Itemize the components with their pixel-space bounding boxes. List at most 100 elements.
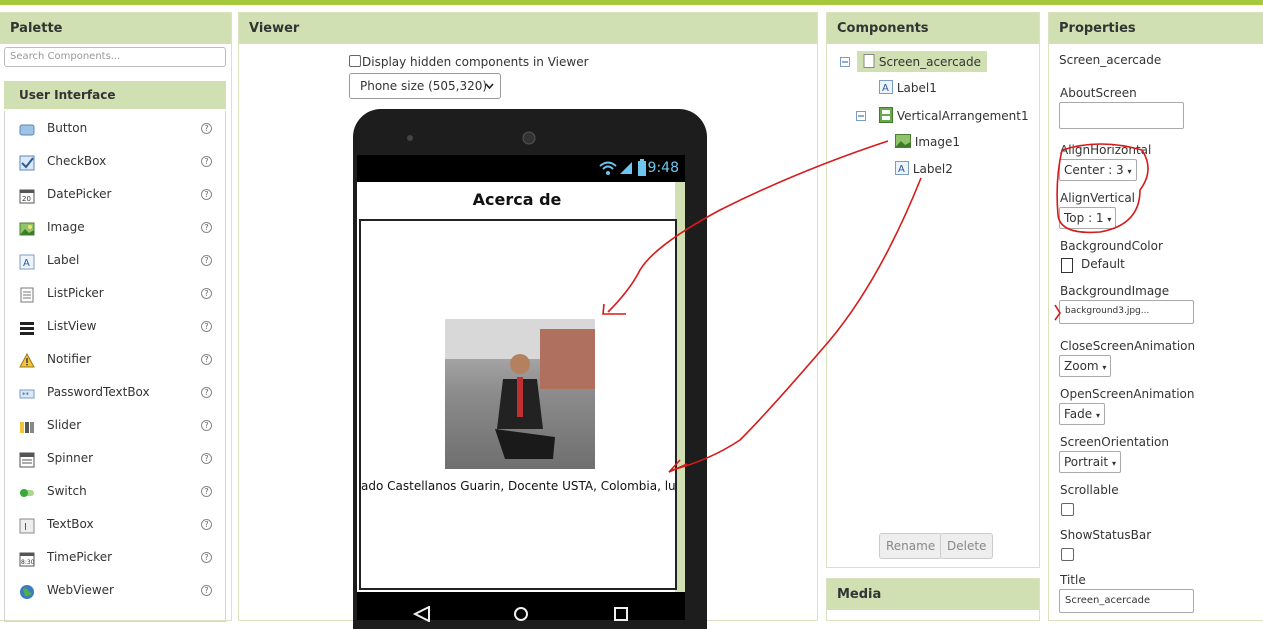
slider-icon — [20, 422, 34, 433]
collapse-icon[interactable] — [840, 57, 850, 67]
palette-item-passwordtextbox[interactable]: ** PasswordTextBox ? — [5, 379, 225, 412]
title-input[interactable]: Screen_acercade — [1059, 589, 1194, 613]
help-icon[interactable]: ? — [201, 354, 212, 365]
media-panel: Media — [826, 578, 1040, 621]
media-title: Media — [827, 579, 1039, 610]
prop-label-screenorientation: ScreenOrientation — [1060, 435, 1170, 449]
button-icon — [19, 124, 35, 136]
timepicker-icon: 8:30 — [19, 552, 35, 567]
palette-item-timepicker[interactable]: 8:30 TimePicker ? — [5, 544, 225, 577]
label2-text[interactable]: ado Castellanos Guarin, Docente USTA, Co… — [361, 479, 675, 493]
tree-item-label1[interactable]: A Label1 — [879, 80, 937, 95]
orientation-value: Portrait — [1064, 455, 1109, 469]
palette-item-image[interactable]: Image ? — [5, 214, 225, 247]
palette-item-label: PasswordTextBox — [47, 385, 150, 399]
openscreenanimation-dropdown[interactable]: Fade ▾ — [1059, 403, 1105, 425]
palette-item-textbox[interactable]: I TextBox ? — [5, 511, 225, 544]
arrangement-icon — [879, 107, 893, 123]
showstatusbar-checkbox[interactable] — [1061, 548, 1074, 561]
display-hidden-checkbox[interactable] — [349, 55, 361, 67]
help-icon[interactable]: ? — [201, 123, 212, 134]
category-user-interface[interactable]: User Interface — [4, 81, 226, 109]
rename-button[interactable]: Rename — [879, 533, 943, 559]
textbox-icon: I — [19, 518, 35, 534]
help-icon[interactable]: ? — [201, 387, 212, 398]
tree-item-screen[interactable]: Screen_acercade — [857, 51, 988, 72]
palette-item-datepicker[interactable]: 20 DatePicker ? — [5, 181, 225, 214]
svg-text:I: I — [24, 522, 27, 533]
label-icon: A — [879, 80, 893, 94]
viewer-panel: Viewer Display hidden components in View… — [238, 12, 818, 629]
listview-icon — [20, 322, 34, 335]
recents-icon — [614, 607, 628, 621]
nav-bar — [357, 592, 685, 622]
closescreenanimation-dropdown[interactable]: Zoom ▾ — [1059, 355, 1112, 377]
scrollable-checkbox[interactable] — [1061, 503, 1074, 516]
help-icon[interactable]: ? — [201, 453, 212, 464]
phone-size-select[interactable]: Phone size (505,320) — [349, 73, 501, 99]
backgroundcolor-value[interactable]: Default — [1081, 257, 1125, 271]
components-title: Components — [827, 13, 1039, 44]
svg-text:8:30: 8:30 — [21, 559, 35, 566]
tree-item-image1[interactable]: Image1 — [895, 134, 960, 149]
tree-item-label: VerticalArrangement1 — [896, 109, 1029, 123]
help-icon[interactable]: ? — [201, 552, 212, 563]
dropdown-arrow-icon: ▾ — [1095, 411, 1100, 420]
display-hidden-row[interactable]: Display hidden components in Viewer — [349, 55, 589, 69]
tree-item-label2[interactable]: A Label2 — [895, 161, 953, 176]
prop-label-alignhorizontal: AlignHorizontal — [1060, 143, 1152, 157]
palette-item-label: Button — [47, 121, 88, 135]
help-icon[interactable]: ? — [201, 486, 212, 497]
palette-item-checkbox[interactable]: CheckBox ? — [5, 148, 225, 181]
prop-label-backgroundcolor: BackgroundColor — [1060, 239, 1163, 253]
palette-item-switch[interactable]: Switch ? — [5, 478, 225, 511]
help-icon[interactable]: ? — [201, 420, 212, 431]
person-photo-icon — [445, 319, 595, 459]
palette-item-label: ListView — [47, 319, 97, 333]
search-input[interactable]: Search Components... — [4, 47, 226, 67]
palette-item-spinner[interactable]: Spinner ? — [5, 445, 225, 478]
openanim-value: Fade — [1064, 407, 1093, 421]
prop-label-closescreenanimation: CloseScreenAnimation — [1060, 339, 1196, 353]
alignhorizontal-dropdown[interactable]: Center : 3 ▾ — [1059, 159, 1137, 181]
palette-panel: Palette Search Components... User Interf… — [0, 12, 232, 622]
help-icon[interactable]: ? — [201, 288, 212, 299]
backgroundcolor-swatch[interactable] — [1061, 258, 1073, 273]
palette-item-button[interactable]: Button ? — [5, 115, 225, 148]
prop-label-alignvertical: AlignVertical — [1060, 191, 1136, 205]
alignvertical-value: Top : 1 — [1064, 211, 1104, 225]
palette-item-label[interactable]: A Label ? — [5, 247, 225, 280]
help-icon[interactable]: ? — [201, 519, 212, 530]
top-accent-bar — [0, 0, 1263, 5]
phone-size-value: Phone size (505,320) — [360, 79, 488, 93]
palette-item-listview[interactable]: ListView ? — [5, 313, 225, 346]
tree-item-varr[interactable]: VerticalArrangement1 — [879, 107, 1029, 123]
palette-item-webviewer[interactable]: WebViewer ? — [5, 577, 225, 610]
phone-camera-icon — [407, 135, 413, 141]
delete-button[interactable]: Delete — [940, 533, 994, 559]
listpicker-icon — [20, 287, 34, 303]
palette-item-label: CheckBox — [47, 154, 107, 168]
help-icon[interactable]: ? — [201, 255, 212, 266]
label-icon: A — [19, 254, 35, 270]
palette-item-notifier[interactable]: Notifier ? — [5, 346, 225, 379]
screenorientation-dropdown[interactable]: Portrait ▾ — [1059, 451, 1121, 473]
dropdown-arrow-icon: ▾ — [1107, 215, 1112, 224]
viewer-title: Viewer — [239, 13, 817, 44]
help-icon[interactable]: ? — [201, 222, 212, 233]
aboutscreen-textarea[interactable] — [1059, 102, 1184, 129]
backgroundimage-input[interactable]: background3.jpg... — [1059, 300, 1194, 324]
collapse-icon[interactable] — [856, 111, 866, 121]
palette-item-listpicker[interactable]: ListPicker ? — [5, 280, 225, 313]
vertical-arrangement[interactable]: ado Castellanos Guarin, Docente USTA, Co… — [359, 219, 677, 590]
help-icon[interactable]: ? — [201, 189, 212, 200]
alignvertical-dropdown[interactable]: Top : 1 ▾ — [1059, 207, 1117, 229]
properties-title: Properties — [1049, 13, 1263, 44]
help-icon[interactable]: ? — [201, 585, 212, 596]
help-icon[interactable]: ? — [201, 156, 212, 167]
tree-item-label: Label2 — [912, 162, 953, 176]
prop-label-title: Title — [1060, 573, 1086, 587]
image1-photo[interactable] — [445, 319, 595, 469]
help-icon[interactable]: ? — [201, 321, 212, 332]
palette-item-slider[interactable]: Slider ? — [5, 412, 225, 445]
